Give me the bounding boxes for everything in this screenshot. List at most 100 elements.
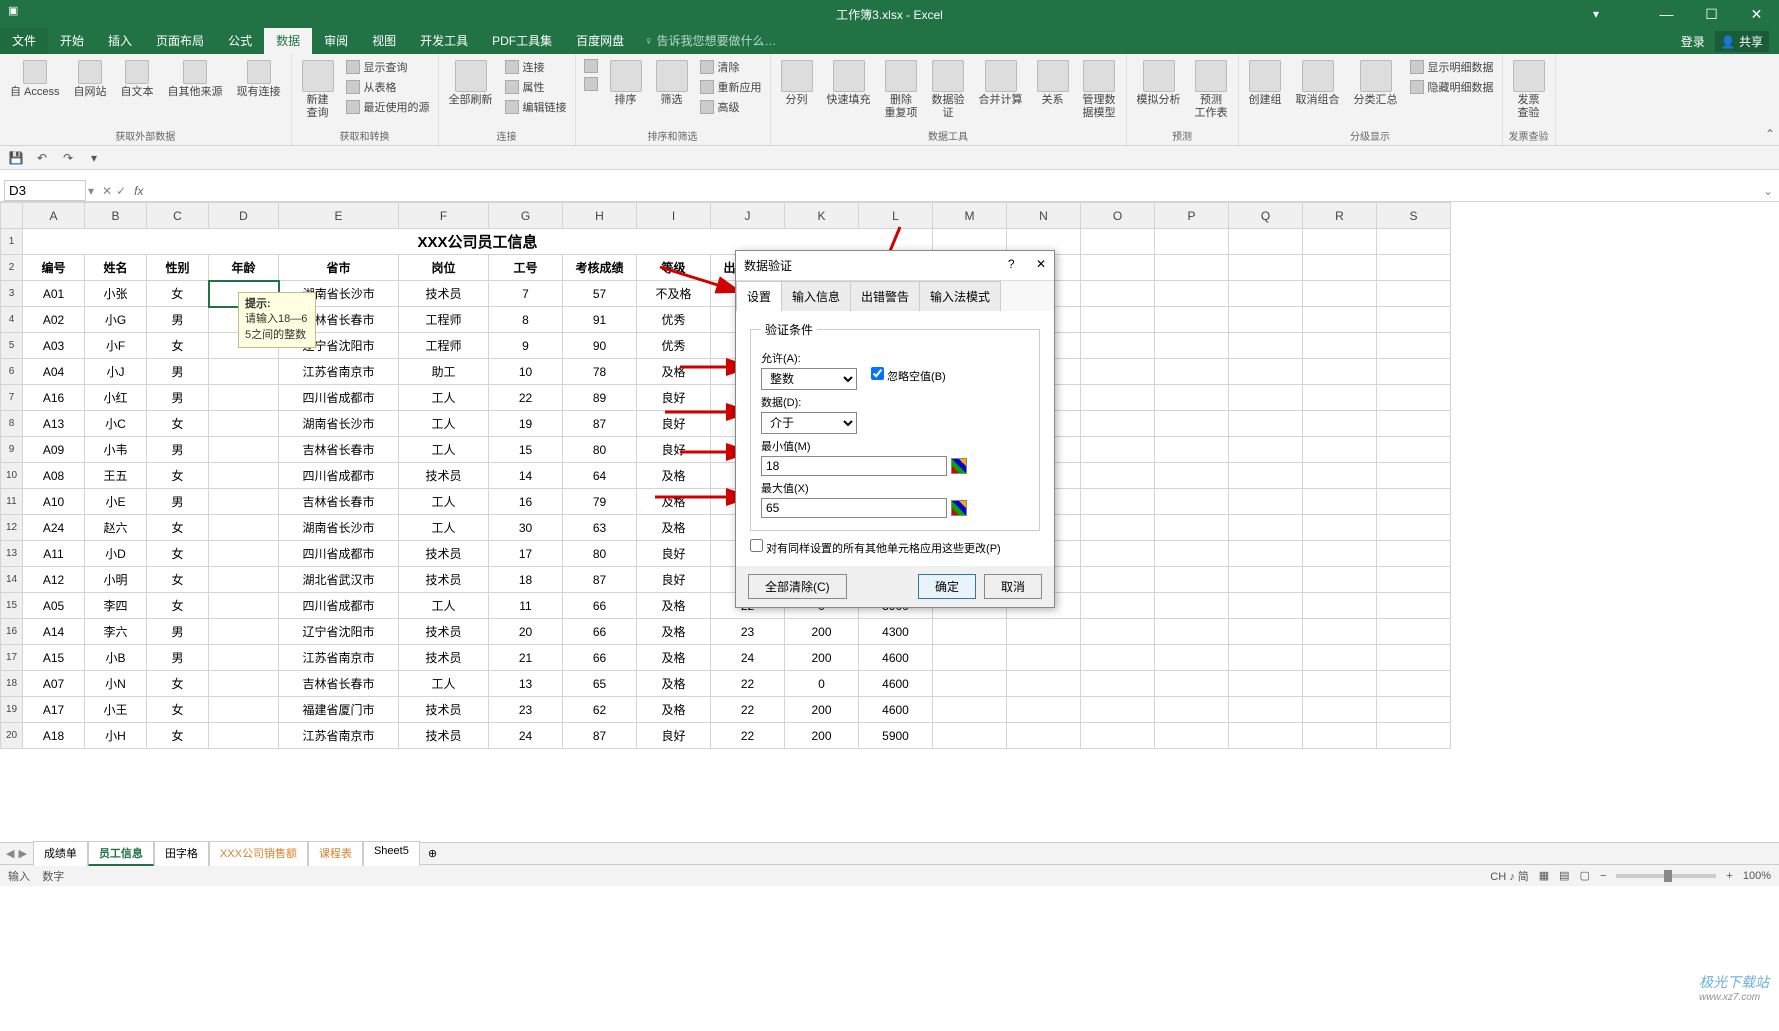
cell[interactable] <box>1081 619 1155 645</box>
cell[interactable] <box>1303 541 1377 567</box>
cell[interactable]: 女 <box>147 411 209 437</box>
sheet-tab[interactable]: XXX公司销售额 <box>209 841 308 866</box>
cell[interactable] <box>1155 229 1229 255</box>
cell[interactable] <box>1155 697 1229 723</box>
column-header[interactable]: N <box>1007 203 1081 229</box>
cell[interactable]: 14 <box>489 463 563 489</box>
cell[interactable]: 87 <box>563 723 637 749</box>
consolidate-button[interactable]: 合并计算 <box>975 58 1027 109</box>
cell[interactable]: 四川省成都市 <box>279 593 399 619</box>
cell[interactable]: A16 <box>23 385 85 411</box>
cell[interactable]: 23 <box>489 697 563 723</box>
cell[interactable] <box>1377 359 1451 385</box>
cell[interactable]: A18 <box>23 723 85 749</box>
cell[interactable]: 小B <box>85 645 147 671</box>
cell[interactable]: 男 <box>147 437 209 463</box>
connections-button[interactable]: 连接 <box>503 58 569 76</box>
cell[interactable] <box>1155 489 1229 515</box>
minimum-input[interactable] <box>761 456 947 476</box>
cell[interactable]: A17 <box>23 697 85 723</box>
cell[interactable] <box>209 723 279 749</box>
cell[interactable] <box>209 437 279 463</box>
cell[interactable]: 200 <box>785 723 859 749</box>
cell[interactable] <box>1229 489 1303 515</box>
invoice-check-button[interactable]: 发票 查验 <box>1509 58 1549 122</box>
column-header[interactable]: A <box>23 203 85 229</box>
apply-to-all-checkbox[interactable]: 对有同样设置的所有其他单元格应用这些更改(P) <box>750 543 1001 555</box>
table-header-cell[interactable]: 岗位 <box>399 255 489 281</box>
cell[interactable]: 小N <box>85 671 147 697</box>
column-header[interactable]: O <box>1081 203 1155 229</box>
dialog-tab-ime-mode[interactable]: 输入法模式 <box>919 281 1001 311</box>
fx-icon[interactable]: fx <box>130 184 147 198</box>
cell[interactable]: 17 <box>489 541 563 567</box>
row-header[interactable]: 5 <box>1 333 23 359</box>
row-header[interactable]: 7 <box>1 385 23 411</box>
cell[interactable] <box>933 671 1007 697</box>
cell[interactable] <box>1155 307 1229 333</box>
cell[interactable]: 20 <box>489 619 563 645</box>
cell[interactable]: A13 <box>23 411 85 437</box>
from-web-button[interactable]: 自网站 <box>70 58 111 101</box>
column-header[interactable]: R <box>1303 203 1377 229</box>
cell[interactable]: 小红 <box>85 385 147 411</box>
cell[interactable] <box>1229 515 1303 541</box>
cell[interactable]: 湖南省长沙市 <box>279 411 399 437</box>
cell[interactable]: 工人 <box>399 671 489 697</box>
cell[interactable] <box>1155 619 1229 645</box>
collapse-ribbon-icon[interactable]: ⌃ <box>1765 127 1775 141</box>
cell[interactable]: 21 <box>489 645 563 671</box>
cell[interactable]: 30 <box>489 515 563 541</box>
column-header[interactable]: I <box>637 203 711 229</box>
row-header[interactable]: 8 <box>1 411 23 437</box>
cell[interactable]: 技术员 <box>399 697 489 723</box>
cell[interactable] <box>1377 229 1451 255</box>
range-picker-icon[interactable] <box>951 458 967 474</box>
cell[interactable] <box>1303 463 1377 489</box>
text-to-columns-button[interactable]: 分列 <box>777 58 817 109</box>
cell[interactable] <box>1377 411 1451 437</box>
cell[interactable] <box>1303 385 1377 411</box>
cell[interactable]: 22 <box>489 385 563 411</box>
cell[interactable] <box>1081 593 1155 619</box>
cell[interactable]: 15 <box>489 437 563 463</box>
cell[interactable]: 女 <box>147 671 209 697</box>
cell[interactable] <box>1377 281 1451 307</box>
cell[interactable]: 技术员 <box>399 281 489 307</box>
cell[interactable] <box>1081 541 1155 567</box>
cell[interactable]: A14 <box>23 619 85 645</box>
cell[interactable]: 65 <box>563 671 637 697</box>
recent-sources-button[interactable]: 最近使用的源 <box>344 98 432 116</box>
cell[interactable] <box>1229 645 1303 671</box>
cell[interactable]: A07 <box>23 671 85 697</box>
column-header[interactable]: J <box>711 203 785 229</box>
cell[interactable] <box>1155 671 1229 697</box>
cell[interactable]: 工人 <box>399 489 489 515</box>
cell[interactable] <box>1155 281 1229 307</box>
cell[interactable]: 工人 <box>399 385 489 411</box>
cell[interactable] <box>1081 281 1155 307</box>
cell[interactable] <box>1229 723 1303 749</box>
cell[interactable]: 工程师 <box>399 333 489 359</box>
flash-fill-button[interactable]: 快速填充 <box>823 58 875 109</box>
allow-select[interactable]: 整数 <box>761 368 857 390</box>
worksheet-area[interactable]: ABCDEFGHIJKLMNOPQRS1XXX公司员工信息2编号姓名性别年龄省市… <box>0 202 1779 842</box>
cell[interactable]: A04 <box>23 359 85 385</box>
cell[interactable]: 4600 <box>859 697 933 723</box>
relationships-button[interactable]: 关系 <box>1033 58 1073 109</box>
cell[interactable]: 57 <box>563 281 637 307</box>
cell[interactable]: 不及格 <box>637 281 711 307</box>
dialog-tab-settings[interactable]: 设置 <box>736 281 782 311</box>
cell[interactable] <box>1377 697 1451 723</box>
cell[interactable]: 及格 <box>637 671 711 697</box>
cell[interactable]: 200 <box>785 619 859 645</box>
cell[interactable]: A15 <box>23 645 85 671</box>
cell[interactable] <box>1007 645 1081 671</box>
cell[interactable] <box>1303 567 1377 593</box>
tell-me-input[interactable]: ♀ 告诉我您想要做什么… <box>636 28 784 54</box>
dialog-close-icon[interactable]: ✕ <box>1036 257 1046 271</box>
cell[interactable] <box>1229 307 1303 333</box>
cell[interactable]: 良好 <box>637 411 711 437</box>
cell[interactable] <box>1377 723 1451 749</box>
cell[interactable] <box>1229 385 1303 411</box>
